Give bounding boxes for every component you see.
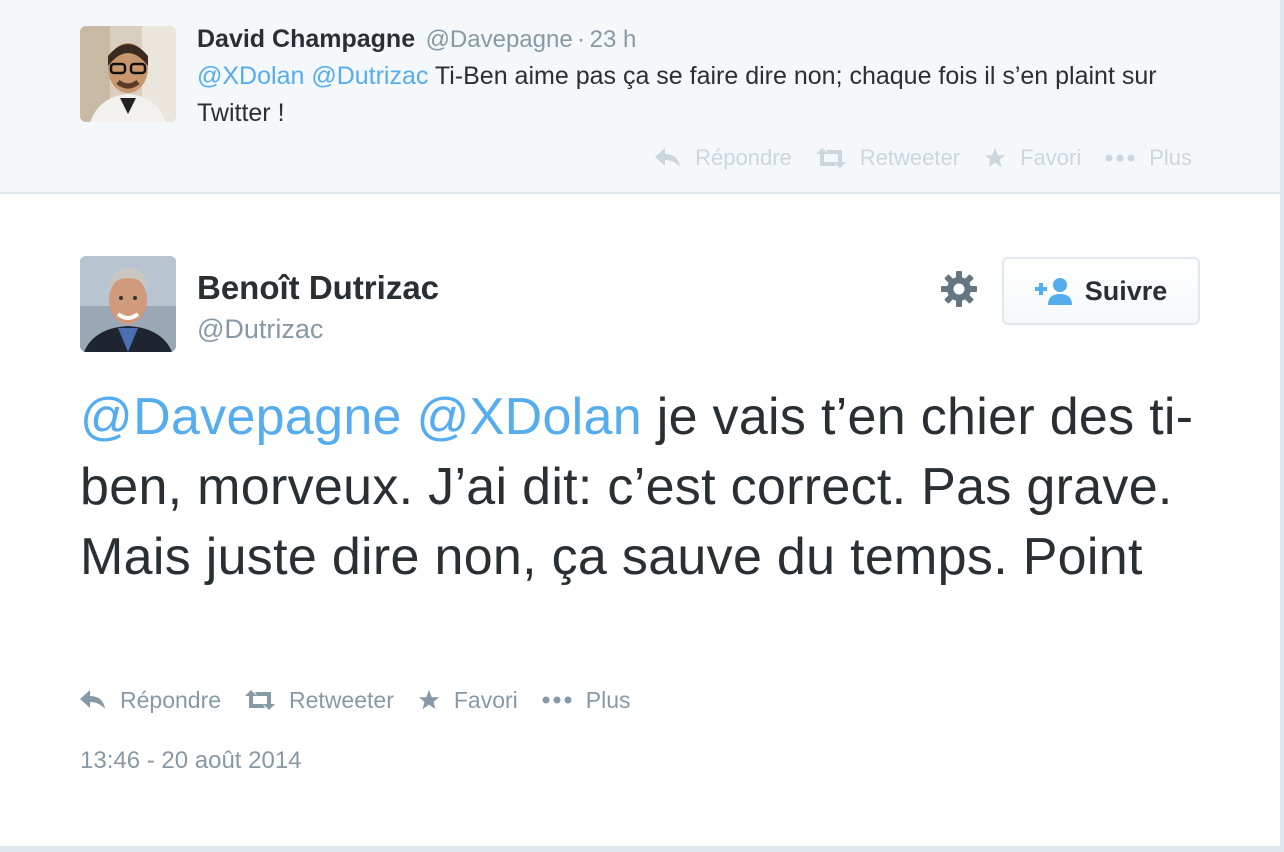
follow-label: Suivre	[1084, 275, 1168, 306]
divider	[0, 846, 1280, 852]
parent-action-bar: Répondre Retweeter Favori Plus	[631, 140, 1192, 176]
more-dots-icon	[1105, 154, 1135, 162]
favorite-label: Favori	[1020, 145, 1082, 170]
author-handle[interactable]: @Davepagne	[426, 26, 573, 53]
favorite-button[interactable]: Favori	[984, 145, 1081, 171]
gear-icon	[940, 270, 978, 313]
more-button[interactable]: Plus	[542, 687, 631, 714]
retweet-button[interactable]: Retweeter	[815, 145, 961, 171]
favorite-label: Favori	[453, 686, 518, 713]
parent-tweet-text: @XDolan @Dutrizac Ti-Ben aime pas ça se …	[197, 58, 1197, 132]
author-name[interactable]: Benoît Dutrizac	[197, 266, 439, 310]
retweet-icon	[815, 148, 846, 168]
mention-link[interactable]: @XDolan	[197, 62, 304, 90]
parent-header: David Champagne @Davepagne · 23 h	[197, 22, 636, 56]
tweet-permalink-page: David Champagne @Davepagne · 23 h @XDola…	[0, 0, 1284, 852]
reply-icon	[80, 690, 106, 710]
main-tweet-text: @Davepagne @XDolan je vais t’en chier de…	[80, 382, 1200, 592]
tweet-time[interactable]: 23 h	[590, 26, 637, 53]
mention-link[interactable]: @XDolan	[417, 388, 642, 446]
mention-link[interactable]: @Davepagne	[80, 388, 402, 446]
tweet-timestamp[interactable]: 13:46 - 20 août 2014	[80, 744, 302, 778]
settings-button[interactable]	[938, 270, 980, 312]
separator-dot: ·	[577, 26, 586, 53]
retweet-icon	[245, 690, 276, 710]
more-label: Plus	[585, 686, 631, 713]
retweet-button[interactable]: Retweeter	[245, 687, 394, 714]
mention-link[interactable]: @Dutrizac	[311, 62, 428, 90]
more-button[interactable]: Plus	[1105, 145, 1192, 171]
retweet-label: Retweeter	[289, 686, 394, 713]
reply-button[interactable]: Répondre	[655, 145, 792, 171]
star-icon	[984, 147, 1006, 169]
reply-icon	[655, 148, 681, 168]
parent-tweet[interactable]: David Champagne @Davepagne · 23 h @XDola…	[0, 0, 1280, 194]
main-action-bar: Répondre Retweeter Favori Plus	[80, 682, 655, 718]
reply-button[interactable]: Répondre	[80, 687, 221, 714]
main-avatar[interactable]	[80, 256, 176, 352]
star-icon	[418, 689, 440, 711]
reply-label: Répondre	[120, 686, 222, 713]
reply-label: Répondre	[695, 145, 792, 170]
parent-avatar[interactable]	[80, 26, 176, 122]
more-dots-icon	[542, 696, 572, 704]
author-name[interactable]: David Champagne	[197, 25, 415, 53]
author-handle[interactable]: @Dutrizac	[197, 310, 323, 348]
favorite-button[interactable]: Favori	[418, 687, 518, 714]
avatar-photo	[80, 26, 176, 122]
retweet-label: Retweeter	[859, 145, 961, 170]
add-user-icon	[1034, 277, 1073, 305]
follow-button[interactable]: Suivre	[1002, 257, 1200, 325]
more-label: Plus	[1149, 145, 1192, 170]
avatar-photo	[80, 256, 176, 352]
